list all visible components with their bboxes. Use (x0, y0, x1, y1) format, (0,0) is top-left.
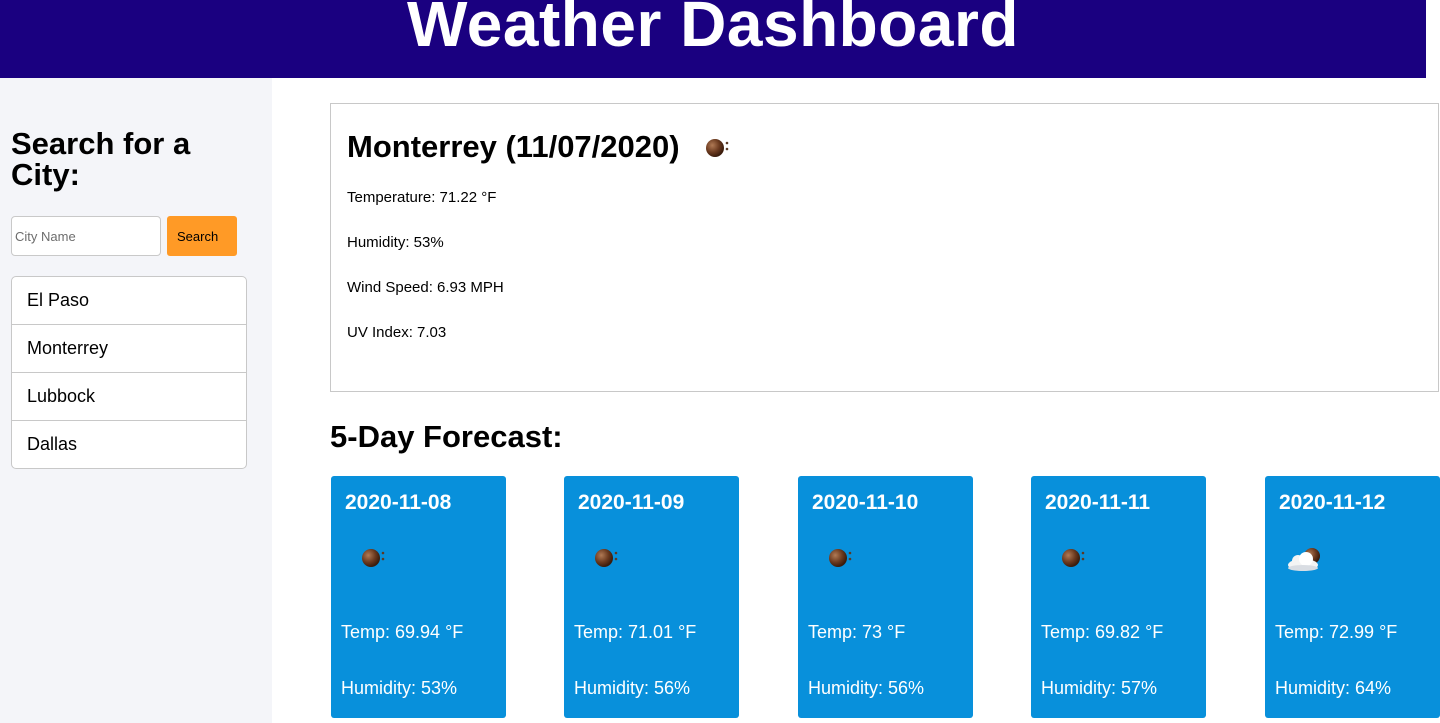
forecast-card: 2020-11-10 Temp: 73 °F Humidity: 56% (798, 476, 973, 718)
history-item-lubbock[interactable]: Lubbock (12, 372, 246, 420)
forecast-humidity: Humidity: 56% (574, 678, 691, 698)
forecast-temp: Temp: 69.82 °F (1041, 622, 1164, 642)
clear-night-icon (592, 544, 622, 570)
forecast-temp: Temp: 69.94 °F (341, 622, 464, 642)
forecast-date: 2020-11-12 (1279, 491, 1386, 514)
clear-night-icon (703, 134, 733, 160)
clear-night-icon (359, 544, 389, 570)
forecast-card: 2020-11-09 Temp: 71.01 °F Humidity: 56% (564, 476, 739, 718)
current-humidity: Humidity: 53% (347, 234, 444, 251)
search-heading: Search for a City: (11, 126, 191, 192)
sidebar: Search for a City: Search El Paso Monter… (0, 78, 272, 723)
history-item-monterrey[interactable]: Monterrey (12, 324, 246, 372)
forecast-temp: Temp: 71.01 °F (574, 622, 697, 642)
forecast-card: 2020-11-12 Temp: 72.99 °F Humidity: 64% (1265, 476, 1440, 718)
forecast-humidity: Humidity: 57% (1041, 678, 1158, 698)
clear-night-icon (1059, 544, 1089, 570)
current-uv-index: UV Index: 7.03 (347, 324, 447, 341)
header-banner: Weather Dashboard (0, 0, 1426, 78)
cloudy-night-icon (1285, 544, 1327, 574)
current-weather-panel: Monterrey (11/07/2020) Temperature: 71.2… (330, 103, 1439, 392)
forecast-date: 2020-11-11 (1045, 491, 1151, 514)
search-button[interactable]: Search (167, 216, 237, 256)
current-wind-speed: Wind Speed: 6.93 MPH (347, 279, 504, 296)
search-history-list: El Paso Monterrey Lubbock Dallas (11, 276, 247, 469)
forecast-date: 2020-11-08 (345, 491, 452, 514)
forecast-humidity: Humidity: 53% (341, 678, 458, 698)
forecast-date: 2020-11-09 (578, 491, 685, 514)
current-temperature: Temperature: 71.22 °F (347, 189, 497, 206)
history-item-dallas[interactable]: Dallas (12, 420, 246, 468)
history-item-el-paso[interactable]: El Paso (12, 277, 246, 324)
forecast-humidity: Humidity: 64% (1275, 678, 1392, 698)
forecast-date: 2020-11-10 (812, 491, 919, 514)
forecast-card: 2020-11-11 Temp: 69.82 °F Humidity: 57% (1031, 476, 1206, 718)
forecast-temp: Temp: 72.99 °F (1275, 622, 1398, 642)
city-search-input[interactable] (11, 216, 161, 256)
forecast-heading: 5-Day Forecast: (330, 419, 563, 454)
page-title: Weather Dashboard (407, 0, 1019, 60)
forecast-humidity: Humidity: 56% (808, 678, 925, 698)
forecast-card: 2020-11-08 Temp: 69.94 °F Humidity: 53% (331, 476, 506, 718)
current-city-title: Monterrey (11/07/2020) (347, 129, 680, 164)
clear-night-icon (826, 544, 856, 570)
forecast-temp: Temp: 73 °F (808, 622, 906, 642)
